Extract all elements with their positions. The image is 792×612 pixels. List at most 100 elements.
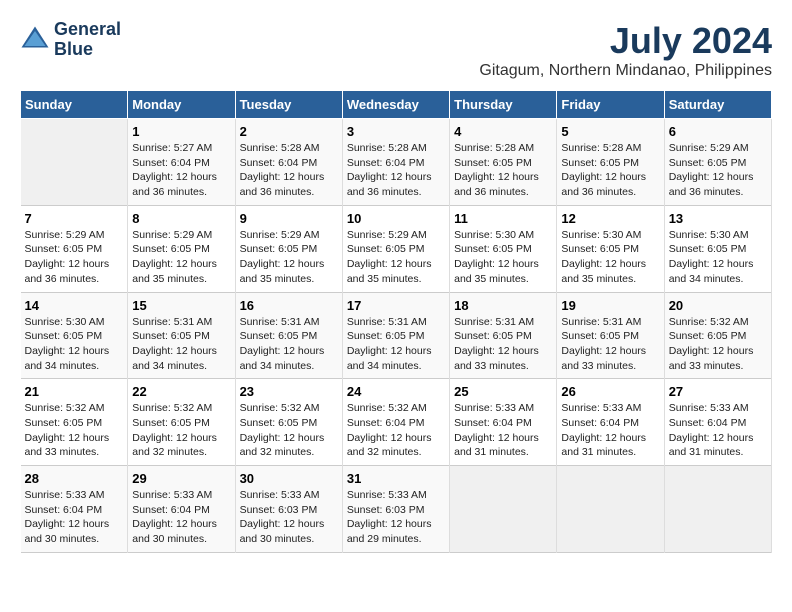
header-cell-monday: Monday: [128, 91, 235, 119]
calendar-cell: 31 Sunrise: 5:33 AMSunset: 6:03 PMDaylig…: [342, 466, 449, 553]
calendar-cell: 19 Sunrise: 5:31 AMSunset: 6:05 PMDaylig…: [557, 292, 664, 379]
calendar-cell: 28 Sunrise: 5:33 AMSunset: 6:04 PMDaylig…: [21, 466, 128, 553]
calendar-cell: 24 Sunrise: 5:32 AMSunset: 6:04 PMDaylig…: [342, 379, 449, 466]
day-number: 19: [561, 298, 659, 313]
calendar-cell: 11 Sunrise: 5:30 AMSunset: 6:05 PMDaylig…: [450, 205, 557, 292]
cell-details: Sunrise: 5:32 AMSunset: 6:05 PMDaylight:…: [669, 316, 754, 372]
subtitle: Gitagum, Northern Mindanao, Philippines: [479, 62, 772, 80]
day-number: 23: [240, 384, 338, 399]
day-number: 4: [454, 124, 552, 139]
calendar-cell: 1 Sunrise: 5:27 AMSunset: 6:04 PMDayligh…: [128, 119, 235, 206]
calendar-cell: 3 Sunrise: 5:28 AMSunset: 6:04 PMDayligh…: [342, 119, 449, 206]
day-number: 5: [561, 124, 659, 139]
header-cell-saturday: Saturday: [664, 91, 771, 119]
calendar-cell: 21 Sunrise: 5:32 AMSunset: 6:05 PMDaylig…: [21, 379, 128, 466]
day-number: 17: [347, 298, 445, 313]
day-number: 6: [669, 124, 767, 139]
cell-details: Sunrise: 5:29 AMSunset: 6:05 PMDaylight:…: [25, 229, 110, 285]
calendar-cell: 29 Sunrise: 5:33 AMSunset: 6:04 PMDaylig…: [128, 466, 235, 553]
day-number: 3: [347, 124, 445, 139]
calendar-cell: 25 Sunrise: 5:33 AMSunset: 6:04 PMDaylig…: [450, 379, 557, 466]
header-cell-thursday: Thursday: [450, 91, 557, 119]
day-number: 1: [132, 124, 230, 139]
calendar-cell: 13 Sunrise: 5:30 AMSunset: 6:05 PMDaylig…: [664, 205, 771, 292]
calendar-cell: 17 Sunrise: 5:31 AMSunset: 6:05 PMDaylig…: [342, 292, 449, 379]
calendar-cell: 4 Sunrise: 5:28 AMSunset: 6:05 PMDayligh…: [450, 119, 557, 206]
calendar-table: SundayMondayTuesdayWednesdayThursdayFrid…: [20, 90, 772, 553]
day-number: 31: [347, 471, 445, 486]
page-header: General Blue July 2024 Gitagum, Northern…: [20, 20, 772, 80]
cell-details: Sunrise: 5:31 AMSunset: 6:05 PMDaylight:…: [454, 316, 539, 372]
header-cell-tuesday: Tuesday: [235, 91, 342, 119]
cell-details: Sunrise: 5:31 AMSunset: 6:05 PMDaylight:…: [240, 316, 325, 372]
cell-details: Sunrise: 5:33 AMSunset: 6:03 PMDaylight:…: [240, 489, 325, 545]
day-number: 25: [454, 384, 552, 399]
day-number: 21: [25, 384, 124, 399]
cell-details: Sunrise: 5:28 AMSunset: 6:04 PMDaylight:…: [240, 142, 325, 198]
calendar-cell: 8 Sunrise: 5:29 AMSunset: 6:05 PMDayligh…: [128, 205, 235, 292]
week-row-4: 21 Sunrise: 5:32 AMSunset: 6:05 PMDaylig…: [21, 379, 772, 466]
day-number: 9: [240, 211, 338, 226]
logo: General Blue: [20, 20, 121, 60]
cell-details: Sunrise: 5:28 AMSunset: 6:05 PMDaylight:…: [561, 142, 646, 198]
day-number: 20: [669, 298, 767, 313]
calendar-cell: 2 Sunrise: 5:28 AMSunset: 6:04 PMDayligh…: [235, 119, 342, 206]
day-number: 2: [240, 124, 338, 139]
calendar-cell: [21, 119, 128, 206]
header-cell-wednesday: Wednesday: [342, 91, 449, 119]
calendar-cell: 22 Sunrise: 5:32 AMSunset: 6:05 PMDaylig…: [128, 379, 235, 466]
header-cell-sunday: Sunday: [21, 91, 128, 119]
cell-details: Sunrise: 5:33 AMSunset: 6:04 PMDaylight:…: [25, 489, 110, 545]
calendar-cell: [450, 466, 557, 553]
cell-details: Sunrise: 5:31 AMSunset: 6:05 PMDaylight:…: [347, 316, 432, 372]
day-number: 29: [132, 471, 230, 486]
calendar-cell: 27 Sunrise: 5:33 AMSunset: 6:04 PMDaylig…: [664, 379, 771, 466]
day-number: 30: [240, 471, 338, 486]
day-number: 15: [132, 298, 230, 313]
cell-details: Sunrise: 5:32 AMSunset: 6:04 PMDaylight:…: [347, 402, 432, 458]
week-row-2: 7 Sunrise: 5:29 AMSunset: 6:05 PMDayligh…: [21, 205, 772, 292]
calendar-cell: 20 Sunrise: 5:32 AMSunset: 6:05 PMDaylig…: [664, 292, 771, 379]
day-number: 8: [132, 211, 230, 226]
header-cell-friday: Friday: [557, 91, 664, 119]
calendar-cell: 16 Sunrise: 5:31 AMSunset: 6:05 PMDaylig…: [235, 292, 342, 379]
day-number: 10: [347, 211, 445, 226]
calendar-cell: [557, 466, 664, 553]
cell-details: Sunrise: 5:28 AMSunset: 6:04 PMDaylight:…: [347, 142, 432, 198]
day-number: 27: [669, 384, 767, 399]
logo-text: General Blue: [54, 20, 121, 60]
calendar-cell: 23 Sunrise: 5:32 AMSunset: 6:05 PMDaylig…: [235, 379, 342, 466]
day-number: 12: [561, 211, 659, 226]
cell-details: Sunrise: 5:33 AMSunset: 6:04 PMDaylight:…: [669, 402, 754, 458]
calendar-cell: 18 Sunrise: 5:31 AMSunset: 6:05 PMDaylig…: [450, 292, 557, 379]
day-number: 14: [25, 298, 124, 313]
header-row: SundayMondayTuesdayWednesdayThursdayFrid…: [21, 91, 772, 119]
cell-details: Sunrise: 5:27 AMSunset: 6:04 PMDaylight:…: [132, 142, 217, 198]
cell-details: Sunrise: 5:30 AMSunset: 6:05 PMDaylight:…: [561, 229, 646, 285]
day-number: 16: [240, 298, 338, 313]
calendar-cell: 9 Sunrise: 5:29 AMSunset: 6:05 PMDayligh…: [235, 205, 342, 292]
day-number: 13: [669, 211, 767, 226]
cell-details: Sunrise: 5:32 AMSunset: 6:05 PMDaylight:…: [240, 402, 325, 458]
cell-details: Sunrise: 5:28 AMSunset: 6:05 PMDaylight:…: [454, 142, 539, 198]
cell-details: Sunrise: 5:33 AMSunset: 6:04 PMDaylight:…: [454, 402, 539, 458]
calendar-cell: 7 Sunrise: 5:29 AMSunset: 6:05 PMDayligh…: [21, 205, 128, 292]
cell-details: Sunrise: 5:32 AMSunset: 6:05 PMDaylight:…: [132, 402, 217, 458]
main-title: July 2024: [479, 20, 772, 62]
cell-details: Sunrise: 5:33 AMSunset: 6:03 PMDaylight:…: [347, 489, 432, 545]
cell-details: Sunrise: 5:31 AMSunset: 6:05 PMDaylight:…: [132, 316, 217, 372]
calendar-cell: 5 Sunrise: 5:28 AMSunset: 6:05 PMDayligh…: [557, 119, 664, 206]
cell-details: Sunrise: 5:29 AMSunset: 6:05 PMDaylight:…: [240, 229, 325, 285]
title-area: July 2024 Gitagum, Northern Mindanao, Ph…: [479, 20, 772, 80]
cell-details: Sunrise: 5:30 AMSunset: 6:05 PMDaylight:…: [669, 229, 754, 285]
calendar-cell: 26 Sunrise: 5:33 AMSunset: 6:04 PMDaylig…: [557, 379, 664, 466]
cell-details: Sunrise: 5:32 AMSunset: 6:05 PMDaylight:…: [25, 402, 110, 458]
week-row-1: 1 Sunrise: 5:27 AMSunset: 6:04 PMDayligh…: [21, 119, 772, 206]
cell-details: Sunrise: 5:29 AMSunset: 6:05 PMDaylight:…: [347, 229, 432, 285]
cell-details: Sunrise: 5:30 AMSunset: 6:05 PMDaylight:…: [454, 229, 539, 285]
calendar-cell: [664, 466, 771, 553]
week-row-3: 14 Sunrise: 5:30 AMSunset: 6:05 PMDaylig…: [21, 292, 772, 379]
cell-details: Sunrise: 5:31 AMSunset: 6:05 PMDaylight:…: [561, 316, 646, 372]
calendar-cell: 30 Sunrise: 5:33 AMSunset: 6:03 PMDaylig…: [235, 466, 342, 553]
calendar-cell: 15 Sunrise: 5:31 AMSunset: 6:05 PMDaylig…: [128, 292, 235, 379]
